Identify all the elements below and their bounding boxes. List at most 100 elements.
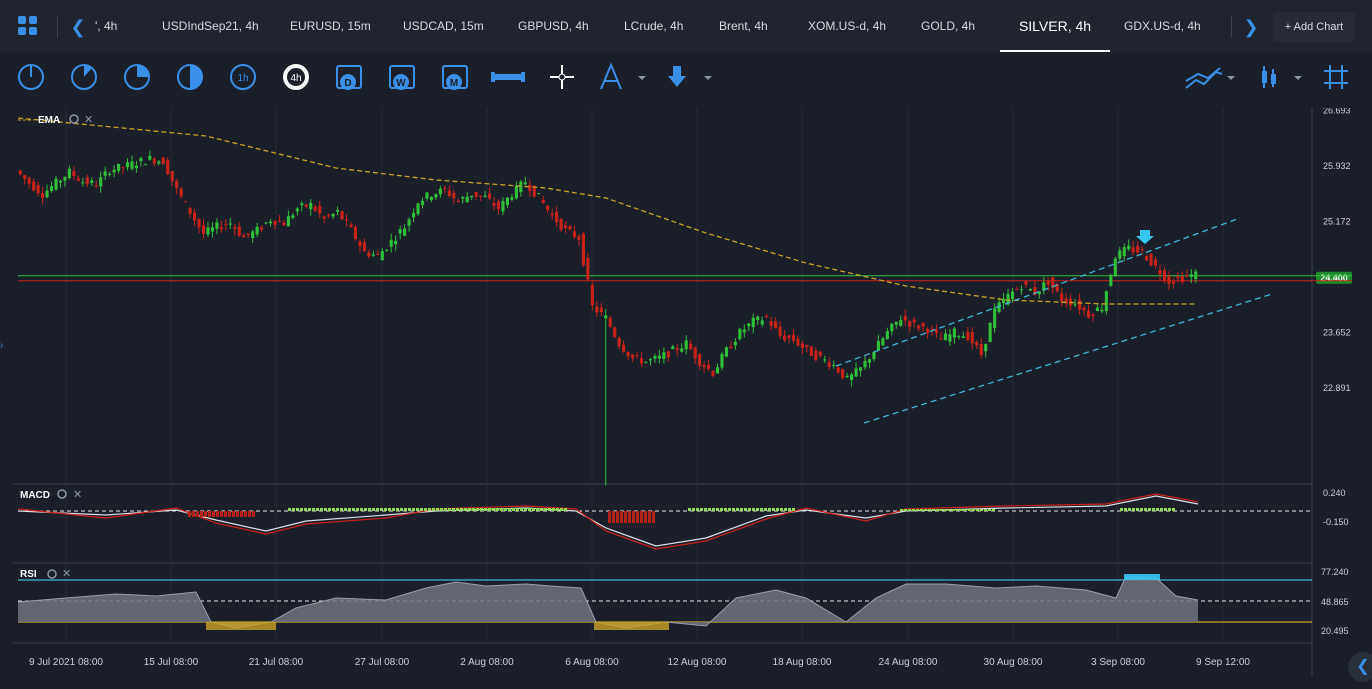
- macd-hist-bar: [916, 509, 919, 511]
- macd-hist-bar: [640, 511, 643, 523]
- candle-body: [251, 231, 255, 238]
- rsi-label: RSI: [20, 569, 37, 580]
- candle-body: [170, 170, 174, 182]
- tab-usdindsep21-4h[interactable]: USDIndSep21, 4h: [162, 0, 259, 52]
- candle-body: [724, 347, 729, 357]
- candle-body: [188, 207, 192, 214]
- macd-hist-bar: [688, 508, 691, 511]
- candle-body: [970, 331, 974, 344]
- candle-body: [313, 206, 317, 211]
- candle-body: [595, 306, 599, 313]
- candle-body: [872, 352, 876, 360]
- candle-body: [143, 164, 147, 166]
- macd-label: MACD: [20, 490, 50, 501]
- candle-body: [711, 370, 715, 376]
- tabs-prev-arrow-icon[interactable]: ❮: [67, 16, 89, 38]
- download-arrow-icon[interactable]: [668, 66, 712, 87]
- tab-4h[interactable]: ', 4h: [95, 0, 117, 52]
- candle-body: [416, 203, 420, 214]
- left-panel-expand-icon[interactable]: ›: [0, 340, 6, 354]
- macd-hist-bar: [744, 508, 747, 511]
- calendar-month-icon[interactable]: M: [442, 65, 468, 90]
- macd-hist-bar: [776, 508, 779, 511]
- price-tick-label: 25.932: [1323, 161, 1351, 171]
- macd-hist-bar: [968, 509, 971, 511]
- candle-body: [447, 190, 451, 197]
- candle-body: [336, 209, 340, 212]
- candle-body: [867, 359, 872, 363]
- candle-body: [1118, 250, 1122, 259]
- candle-body: [161, 157, 165, 165]
- timeframe-15m-button[interactable]: [124, 64, 150, 90]
- timeframe-5m-button[interactable]: [71, 64, 97, 90]
- timeframe-30m-button[interactable]: [177, 64, 203, 90]
- tab-lcrude-4h[interactable]: LCrude, 4h: [624, 0, 683, 52]
- tabs-next-arrow-icon[interactable]: ❯: [1240, 16, 1262, 38]
- chart-area[interactable]: 9 Jul 2021 08:00 15 Jul 08:00 21 Jul 08:00…: [6, 108, 1364, 676]
- macd-hist-bar: [704, 508, 707, 511]
- candle-body: [568, 226, 572, 230]
- candle-body: [546, 205, 550, 210]
- macd-hist-bar: [504, 508, 507, 511]
- crosshair-icon[interactable]: [550, 65, 574, 89]
- candle-body: [228, 223, 232, 225]
- layout-grid-icon[interactable]: [17, 15, 39, 37]
- grid-toggle-icon[interactable]: [1324, 65, 1348, 89]
- macd-hist-bar: [400, 508, 403, 511]
- candle-body: [742, 329, 746, 333]
- macd-hist-bar: [972, 509, 975, 511]
- candle-body: [581, 233, 585, 266]
- tab-gold-4h[interactable]: GOLD, 4h: [921, 0, 975, 52]
- tab-xom-us-d-4h[interactable]: XOM.US-d, 4h: [808, 0, 886, 52]
- macd-hist-bar: [384, 508, 387, 511]
- tab-brent-4h[interactable]: Brent, 4h: [719, 0, 768, 52]
- candle-body: [344, 219, 349, 221]
- calendar-day-icon[interactable]: D: [336, 65, 362, 90]
- macd-hist-bar: [620, 511, 623, 523]
- tab-gdx-us-d-4h[interactable]: GDX.US-d, 4h: [1124, 0, 1201, 52]
- candle-body: [876, 341, 880, 351]
- macd-hist-bar: [960, 509, 963, 511]
- timeframe-1m-button[interactable]: [18, 64, 44, 90]
- candle-body: [635, 355, 639, 357]
- candle-body: [103, 171, 107, 176]
- tab-gbpusd-4h[interactable]: GBPUSD, 4h: [518, 0, 589, 52]
- macd-hist-bar: [320, 508, 323, 511]
- macd-hist-bar: [496, 508, 499, 511]
- x-tick-label: 15 Jul 08:00: [144, 657, 199, 668]
- range-icon[interactable]: [491, 72, 525, 82]
- calendar-week-icon[interactable]: W: [389, 65, 415, 90]
- candle-body: [264, 222, 268, 224]
- candle-body: [49, 186, 54, 191]
- candle-body: [1158, 270, 1162, 275]
- add-chart-button[interactable]: + Add Chart: [1273, 12, 1355, 42]
- candle-body: [814, 350, 818, 360]
- candle-body: [277, 221, 282, 223]
- tab-usdcad-15m[interactable]: USDCAD, 15m: [403, 0, 484, 52]
- timeframe-1h-button[interactable]: 1h: [230, 64, 256, 90]
- macd-hist-bar: [716, 508, 719, 511]
- indicators-icon[interactable]: [1185, 67, 1235, 89]
- x-tick-label: 21 Jul 08:00: [249, 657, 304, 668]
- tab-silver-4h[interactable]: SILVER, 4h: [1000, 0, 1110, 52]
- candle-body: [309, 202, 313, 210]
- chart-type-candle-icon[interactable]: [1262, 66, 1302, 88]
- candle-body: [707, 364, 711, 369]
- macd-hist-bar: [608, 511, 611, 523]
- drawing-tools-icon[interactable]: [600, 62, 646, 90]
- candle-body: [505, 197, 509, 205]
- candle-body: [1140, 249, 1144, 251]
- macd-hist-bar: [944, 509, 947, 511]
- macd-hist-bar: [356, 508, 359, 511]
- candle-body: [1100, 309, 1104, 312]
- macd-hist-bar: [952, 509, 955, 511]
- macd-hist-bar: [412, 508, 415, 511]
- candle-body: [832, 364, 836, 366]
- collapse-panel-icon[interactable]: ❮: [1348, 652, 1372, 682]
- chart-tabs-bar: ❮ ', 4h USDIndSep21, 4h EURUSD, 15m USDCAD,…: [0, 0, 1372, 52]
- price-tick-label: 25.172: [1323, 216, 1351, 226]
- timeframe-4h-button[interactable]: 4h: [283, 64, 309, 90]
- x-tick-label: 3 Sep 08:00: [1091, 657, 1145, 668]
- candle-body: [648, 359, 653, 361]
- tab-eurusd-15m[interactable]: EURUSD, 15m: [290, 0, 371, 52]
